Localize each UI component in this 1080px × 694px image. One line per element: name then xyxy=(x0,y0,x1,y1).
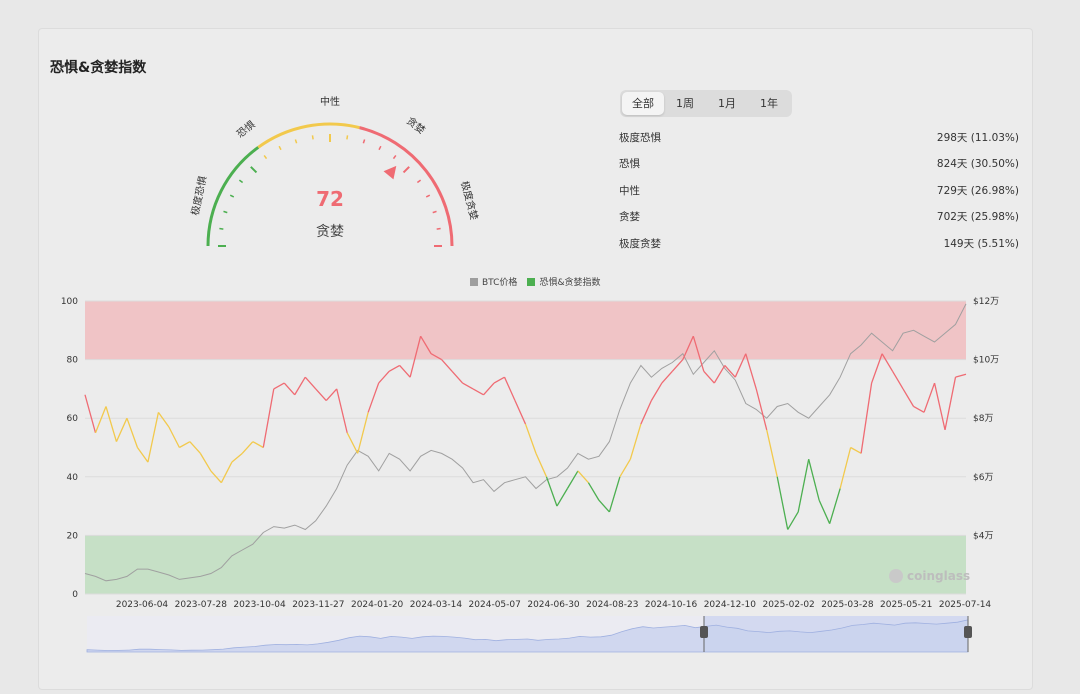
gauge-tick xyxy=(219,227,224,230)
gauge-tick xyxy=(378,145,382,151)
gauge-pointer xyxy=(383,165,397,180)
gauge-tick xyxy=(223,210,228,214)
gauge-tick xyxy=(238,179,244,184)
gauge-tick xyxy=(311,135,314,140)
tab-1week[interactable]: 1周 xyxy=(664,92,706,115)
stat-row-neutral: 中性 729天 (26.98%) xyxy=(619,177,1019,204)
gauge-tick xyxy=(432,210,437,214)
stat-value: 149天 (5.51%) xyxy=(943,237,1019,250)
stat-label: 中性 xyxy=(619,184,640,197)
legend-label-btc: BTC价格 xyxy=(482,278,518,288)
fear-greed-gauge: 极度恐惧 恐惧 中性 贪婪 极度贪婪 72 贪婪 xyxy=(188,95,480,247)
gauge-arc-neutral xyxy=(257,122,360,149)
gauge-zone-extreme-greed: 极度贪婪 xyxy=(458,179,480,221)
gauge-zone-fear: 恐惧 xyxy=(234,119,257,141)
chart-legend: BTC价格 恐惧&贪婪指数 xyxy=(470,275,600,288)
legend-label-index: 恐惧&贪婪指数 xyxy=(539,278,601,288)
gauge-zone-extreme-fear: 极度恐惧 xyxy=(188,175,209,217)
stat-row-extreme-greed: 极度贪婪 149天 (5.51%) xyxy=(619,230,1019,257)
stat-label: 恐惧 xyxy=(619,158,640,171)
gauge-tick xyxy=(278,145,282,151)
sentiment-stats: 极度恐惧 298天 (11.03%) 恐惧 824天 (30.50%) 中性 729天… xyxy=(619,124,1019,257)
gauge-value: 72 xyxy=(316,187,344,211)
stat-value: 702天 (25.98%) xyxy=(936,211,1019,224)
stat-value: 824天 (30.50%) xyxy=(936,158,1019,171)
stat-row-extreme-fear: 极度恐惧 298天 (11.03%) xyxy=(619,124,1019,151)
legend-swatch-index xyxy=(527,277,536,286)
stat-label: 极度贪婪 xyxy=(619,237,661,250)
stat-row-greed: 贪婪 702天 (25.98%) xyxy=(619,204,1019,231)
gauge-tick xyxy=(436,227,441,230)
stat-label: 极度恐惧 xyxy=(619,131,661,144)
gauge-tick xyxy=(416,179,422,184)
stat-label: 贪婪 xyxy=(619,211,640,224)
stat-row-fear: 恐惧 824天 (30.50%) xyxy=(619,151,1019,178)
gauge-tick xyxy=(250,166,258,174)
page-title: 恐惧&贪婪指数 xyxy=(50,60,147,76)
stat-value: 729天 (26.98%) xyxy=(936,184,1019,197)
gauge-tick xyxy=(294,139,298,144)
gauge-tick xyxy=(229,194,235,198)
gauge-tick xyxy=(402,166,410,174)
tab-1month[interactable]: 1月 xyxy=(706,92,748,115)
gauge-zone-greed: 贪婪 xyxy=(404,114,428,137)
legend-swatch-btc xyxy=(470,277,478,286)
legend-item-btc[interactable]: BTC价格 xyxy=(470,275,517,288)
gauge-tick xyxy=(362,139,366,144)
stat-value: 298天 (11.03%) xyxy=(936,131,1019,144)
gauge-tick xyxy=(263,154,268,160)
gauge-tick xyxy=(346,135,349,140)
tab-all[interactable]: 全部 xyxy=(622,92,664,115)
tab-1year[interactable]: 1年 xyxy=(748,92,790,115)
gauge-tick xyxy=(425,194,431,198)
time-range-tabs: 全部 1周 1月 1年 xyxy=(620,90,792,117)
gauge-zone-neutral: 中性 xyxy=(320,95,340,108)
gauge-tick xyxy=(392,154,397,160)
legend-item-index[interactable]: 恐惧&贪婪指数 xyxy=(527,275,600,288)
gauge-label: 贪婪 xyxy=(316,224,344,240)
